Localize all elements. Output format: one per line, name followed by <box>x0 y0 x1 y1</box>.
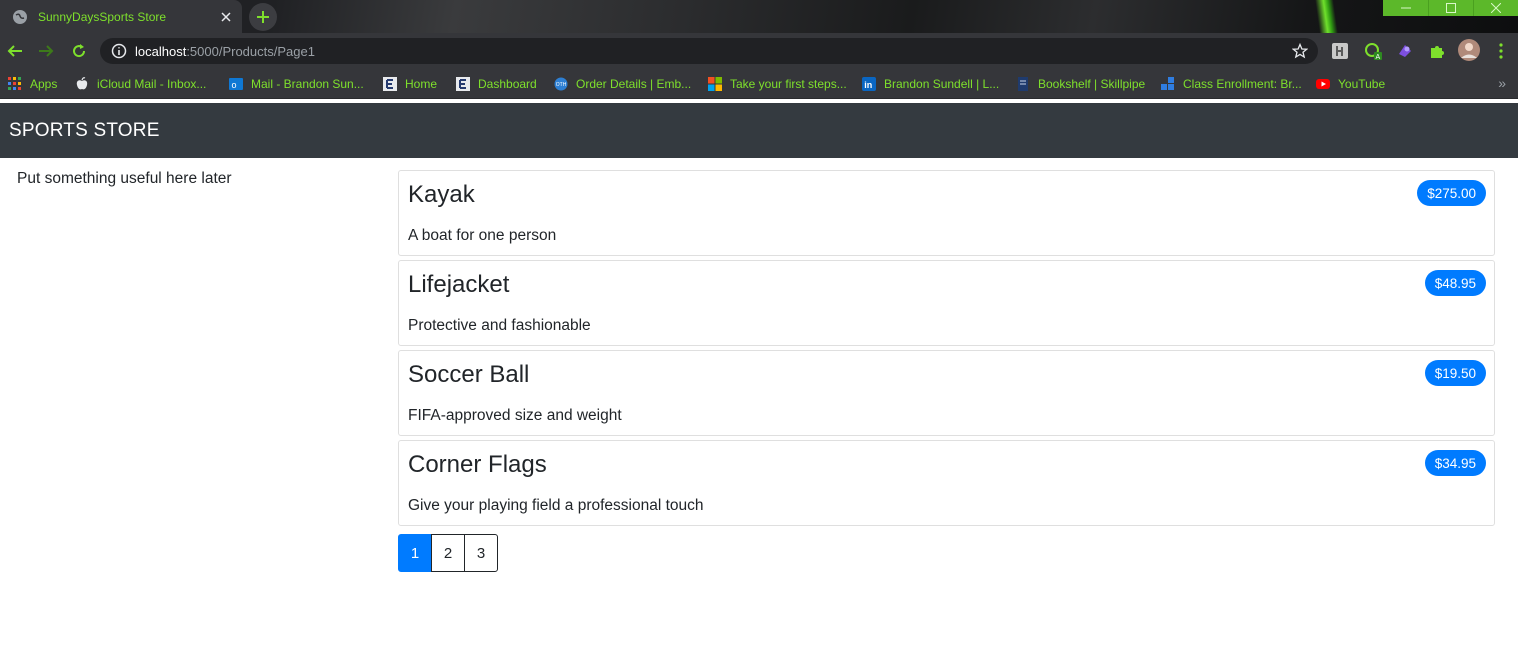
svg-text:o: o <box>232 80 237 90</box>
bookmark-icloud-mail[interactable]: iCloud Mail - Inbox... <box>75 75 206 93</box>
e-logo-icon <box>456 77 470 91</box>
arrow-right-icon <box>39 45 54 57</box>
microsoft-icon <box>708 77 722 91</box>
grammar-extension-icon[interactable]: A <box>1364 42 1382 60</box>
browser-toolbar: localhost:5000/Products/Page1 A <box>0 33 1518 69</box>
apps-grid-icon <box>8 77 22 91</box>
apple-icon <box>75 77 89 91</box>
product-card: Lifejacket $48.95 Protective and fashion… <box>398 260 1495 346</box>
bookmark-linkedin[interactable]: in Brandon Sundell | L... <box>862 75 999 93</box>
bookmark-outlook-mail[interactable]: o Mail - Brandon Sun... <box>229 75 364 93</box>
info-icon[interactable] <box>111 43 127 59</box>
svg-text:in: in <box>864 80 872 90</box>
globe-icon <box>12 9 28 25</box>
close-icon[interactable] <box>216 7 236 27</box>
product-name: Corner Flags <box>408 451 547 478</box>
bookmark-label: iCloud Mail - Inbox... <box>97 77 207 91</box>
bookmark-label: Brandon Sundell | L... <box>884 77 1000 91</box>
plus-icon <box>257 11 269 23</box>
product-description: Protective and fashionable <box>408 317 591 334</box>
product-description: Give your playing field a professional t… <box>408 497 704 514</box>
product-name: Soccer Ball <box>408 361 530 388</box>
minimize-button[interactable] <box>1383 0 1428 16</box>
bookmark-label: Home <box>405 77 438 91</box>
globe-badge-icon: OTH <box>554 77 568 91</box>
window-close-button[interactable] <box>1473 0 1518 16</box>
bookmark-apps[interactable]: Apps <box>8 75 57 93</box>
page-button-1[interactable]: 1 <box>398 534 432 572</box>
site-navbar: SPORTS STORE <box>0 103 1518 158</box>
product-card: Soccer Ball $19.50 FIFA-approved size an… <box>398 350 1495 436</box>
browser-tab[interactable]: SunnyDaysSports Store <box>0 0 242 33</box>
menu-kebab-icon[interactable] <box>1492 42 1510 60</box>
bookmark-home[interactable]: Home <box>383 75 437 93</box>
product-name: Kayak <box>408 181 475 208</box>
bookmark-label: Bookshelf | Skillpipe <box>1038 77 1146 91</box>
product-card: Corner Flags $34.95 Give your playing fi… <box>398 440 1495 526</box>
bookmark-bookshelf[interactable]: Bookshelf | Skillpipe <box>1016 75 1145 93</box>
page-button-2[interactable]: 2 <box>431 534 465 572</box>
page-button-3[interactable]: 3 <box>464 534 498 572</box>
bookmark-microsoft[interactable]: Take your first steps... <box>708 75 847 93</box>
price-badge: $275.00 <box>1417 180 1486 206</box>
blocks-icon <box>1161 77 1175 91</box>
outlook-icon: o <box>229 77 243 91</box>
maximize-icon <box>1446 3 1456 13</box>
avatar[interactable] <box>1458 39 1480 61</box>
reload-icon <box>73 44 86 58</box>
svg-text:OTH: OTH <box>556 82 567 88</box>
new-tab-button[interactable] <box>249 3 277 31</box>
bookmark-label: Order Details | Emb... <box>576 77 692 91</box>
price-badge: $34.95 <box>1424 450 1486 476</box>
arrow-left-icon <box>7 45 22 57</box>
window-controls <box>1383 0 1518 16</box>
product-name: Lifejacket <box>408 271 510 298</box>
url-host: localhost <box>135 43 187 59</box>
bookmarks-bar: Apps iCloud Mail - Inbox... o Mail - Bra… <box>0 69 1518 99</box>
bookmark-label: YouTube <box>1338 77 1386 91</box>
tab-strip: SunnyDaysSports Store <box>0 0 1518 33</box>
bookmark-label: Apps <box>30 77 58 91</box>
price-badge: $48.95 <box>1424 270 1486 296</box>
url-path: :5000/Products/Page1 <box>186 43 315 59</box>
wallpaper-streak <box>1313 0 1341 33</box>
product-list: Kayak $275.00 A boat for one person Life… <box>398 170 1495 530</box>
close-icon <box>1491 3 1501 13</box>
forward-button[interactable] <box>35 40 57 62</box>
bookmark-class-enrollment[interactable]: Class Enrollment: Br... <box>1161 75 1302 93</box>
e-logo-icon <box>383 77 397 91</box>
bookmark-order-details[interactable]: OTH Order Details | Emb... <box>554 75 691 93</box>
bookmark-label: Class Enrollment: Br... <box>1183 77 1302 91</box>
product-description: FIFA-approved size and weight <box>408 407 622 424</box>
tab-title: SunnyDaysSports Store <box>38 9 167 24</box>
product-description: A boat for one person <box>408 227 557 244</box>
pagination: 1 2 3 <box>398 534 498 572</box>
sidebar-placeholder: Put something useful here later <box>17 170 232 187</box>
brand-title[interactable]: SPORTS STORE <box>9 120 160 142</box>
bookmark-dashboard[interactable]: Dashboard <box>456 75 537 93</box>
svg-text:A: A <box>1376 54 1381 60</box>
translate-extension-icon[interactable] <box>1331 42 1349 60</box>
back-button[interactable] <box>4 40 26 62</box>
address-bar[interactable]: localhost:5000/Products/Page1 <box>100 38 1318 64</box>
star-icon[interactable] <box>1292 43 1308 59</box>
bookmarks-overflow-button[interactable]: » <box>1498 75 1506 91</box>
bookmark-label: Dashboard <box>478 77 537 91</box>
puzzle-icon[interactable] <box>1428 42 1446 60</box>
reload-button[interactable] <box>68 40 90 62</box>
minimize-icon <box>1400 7 1411 9</box>
youtube-icon <box>1316 77 1330 91</box>
linkedin-icon: in <box>862 77 876 91</box>
bookmark-label: Take your first steps... <box>730 77 847 91</box>
product-card: Kayak $275.00 A boat for one person <box>398 170 1495 256</box>
book-icon <box>1016 77 1030 91</box>
maximize-button[interactable] <box>1428 0 1473 16</box>
purple-extension-icon[interactable] <box>1396 42 1414 60</box>
price-badge: $19.50 <box>1424 360 1486 386</box>
bookmark-label: Mail - Brandon Sun... <box>251 77 364 91</box>
bookmark-youtube[interactable]: YouTube <box>1316 75 1385 93</box>
